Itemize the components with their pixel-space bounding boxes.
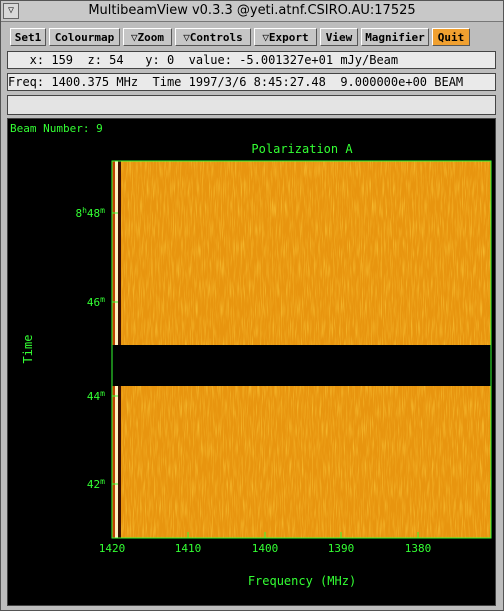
y-axis-label: Time [21,335,35,364]
quit-button[interactable]: Quit [432,28,470,46]
magnifier-button[interactable]: Magnifier [361,28,429,46]
x-axis-label: Frequency (MHz) [248,574,356,588]
frequency-time-readout: Freq: 1400.375 MHz Time 1997/3/6 8:45:27… [7,73,496,91]
title-bar: ▽ MultibeamView v0.3.3 @yeti.atnf.CSIRO.… [1,1,503,22]
message-field [7,95,496,115]
beam-number-label: Beam Number: 9 [10,122,103,135]
colourmap-button[interactable]: Colourmap [49,28,120,46]
image-area [112,161,491,538]
x-tick-label: 1400 [252,542,279,555]
spectrogram-plot[interactable]: Beam Number: 9 Polarization A 1420 1410 … [8,119,495,605]
y-tick-label: 42m [87,477,105,491]
controls-menu-button[interactable]: ▽Controls [175,28,251,46]
toolbar: Set1 Colourmap ▽Zoom ▽Controls ▽Export V… [1,23,503,49]
cursor-readout: x: 159 z: 54 y: 0 value: -5.001327e+01 m… [7,51,496,69]
window-title: MultibeamView v0.3.3 @yeti.atnf.CSIRO.AU… [88,3,416,18]
data-gap-band [112,345,491,386]
y-tick-label: 8h48m [75,206,105,220]
plot-panel: Beam Number: 9 Polarization A 1420 1410 … [7,118,496,606]
set1-button[interactable]: Set1 [10,28,46,46]
y-tick-label: 46m [87,295,105,309]
y-tick-label: 44m [87,389,105,403]
plot-title: Polarization A [251,142,353,156]
main-window: ▽ MultibeamView v0.3.3 @yeti.atnf.CSIRO.… [0,0,504,611]
view-button[interactable]: View [320,28,358,46]
x-tick-label: 1380 [405,542,432,555]
export-menu-button[interactable]: ▽Export [254,28,317,46]
x-tick-label: 1420 [99,542,126,555]
x-tick-label: 1410 [175,542,202,555]
x-tick-label: 1390 [328,542,355,555]
zoom-menu-button[interactable]: ▽Zoom [123,28,172,46]
